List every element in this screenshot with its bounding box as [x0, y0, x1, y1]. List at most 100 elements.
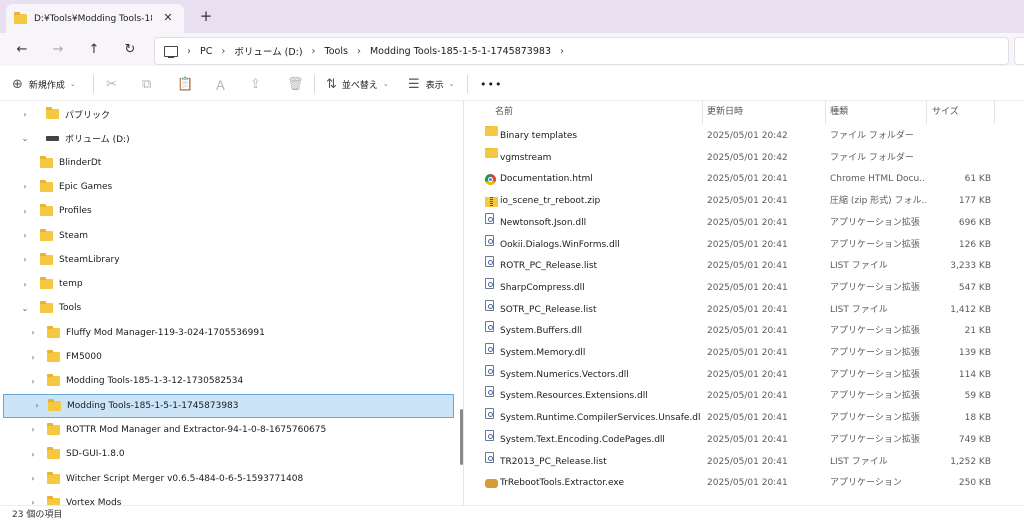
tree-item[interactable]: › Witcher Script Merger v0.6.5-484-0-6-5-… [0, 467, 455, 491]
tree-item[interactable]: BlinderDt [0, 151, 455, 175]
sort-button[interactable]: ⇅ 並べ替え ⌄ [326, 68, 389, 100]
chevron-right-icon[interactable]: › [20, 110, 30, 119]
breadcrumb-separator[interactable]: › [221, 46, 225, 57]
chevron-right-icon[interactable]: › [20, 182, 30, 191]
tree-item[interactable]: › FM5000 [0, 345, 455, 369]
new-label: 新規作成 [28, 80, 65, 91]
file-row[interactable]: Binary templates 2025/05/01 20:42 ファイル フォル… [464, 126, 1024, 148]
forward-button[interactable]: → [48, 40, 68, 60]
column-divider[interactable] [926, 101, 927, 124]
more-options-button[interactable]: ••• [480, 68, 502, 100]
refresh-button[interactable]: ↻ [120, 40, 140, 60]
chevron-right-icon[interactable]: › [28, 450, 38, 459]
file-row[interactable]: SharpCompress.dll 2025/05/01 20:41 アプリケーショ… [464, 277, 1024, 300]
column-header-size[interactable]: サイズ [932, 101, 959, 124]
chevron-right-icon[interactable]: › [20, 207, 30, 216]
tree-item[interactable]: › Fluffy Mod Manager-119-3-024-1705536991 [0, 321, 455, 345]
column-header-name[interactable]: 名前 [495, 101, 513, 124]
breadcrumb-separator[interactable]: › [357, 46, 361, 57]
chevron-right-icon[interactable]: › [28, 377, 38, 386]
breadcrumb-tools[interactable]: Tools [325, 46, 348, 57]
file-row[interactable]: System.Runtime.CompilerServices.Unsafe.d… [464, 408, 1024, 430]
file-row[interactable]: System.Text.Encoding.CodePages.dll 2025/0… [464, 429, 1024, 452]
chevron-right-icon[interactable]: › [28, 498, 38, 505]
column-divider[interactable] [825, 101, 826, 124]
chevron-right-icon[interactable]: › [20, 231, 30, 240]
file-row[interactable]: TR2013_PC_Release.list 2025/05/01 20:41 LI… [464, 451, 1024, 474]
up-button[interactable]: ↑ [84, 40, 104, 60]
new-tab-button[interactable]: + [197, 7, 215, 25]
address-bar[interactable]: › PC › ボリューム (D:) › Tools › Modding Tool… [154, 37, 1009, 65]
file-row[interactable]: System.Memory.dll 2025/05/01 20:41 アプリケーショ… [464, 343, 1024, 365]
file-icon [485, 212, 494, 224]
tree-item[interactable]: › Vortex Mods [0, 491, 455, 505]
file-type: アプリケーション拡張 [830, 326, 920, 337]
tree-item[interactable]: › temp [0, 272, 455, 296]
file-row[interactable]: Documentation.html 2025/05/01 20:41 Chrome… [464, 169, 1024, 191]
file-type: ファイル フォルダー [830, 131, 914, 141]
file-row[interactable]: System.Buffers.dll 2025/05/01 20:41 アプリケーシ… [464, 321, 1024, 343]
column-header-type[interactable]: 種類 [830, 101, 848, 124]
breadcrumb-separator[interactable]: › [312, 46, 316, 57]
tree-item[interactable]: › パブリック [0, 102, 455, 126]
column-divider[interactable] [702, 101, 703, 124]
cut-button[interactable]: ✂ [106, 68, 117, 100]
tree-item[interactable]: › SD-GUI-1.8.0 [0, 442, 455, 466]
file-row[interactable]: SOTR_PC_Release.list 2025/05/01 20:41 LIST… [464, 299, 1024, 322]
file-row[interactable]: Ookii.Dialogs.WinForms.dll 2025/05/01 20:… [464, 234, 1024, 257]
file-list: 名前 ^ 更新日時 種類 サイズ Binary templates 2025/05… [464, 101, 1024, 505]
close-tab-icon[interactable]: ✕ [161, 11, 175, 25]
tree-item[interactable]: › Modding Tools-185-1-3-12-1730582534 [0, 369, 455, 393]
column-header-date[interactable]: 更新日時 [707, 101, 743, 124]
view-button[interactable]: ☰ 表示 ⌄ [408, 68, 455, 100]
paste-button[interactable]: 📋 [177, 68, 193, 100]
breadcrumb-separator[interactable]: › [560, 46, 564, 57]
file-row[interactable]: io_scene_tr_reboot.zip 2025/05/01 20:41 圧縮… [464, 191, 1024, 213]
tree-item[interactable]: › Profiles [0, 199, 455, 223]
status-bar: 23 個の項目 [0, 505, 1024, 522]
copy-button[interactable]: ⧉ [142, 68, 151, 100]
chevron-right-icon[interactable]: › [28, 474, 38, 483]
tree-item[interactable]: › Steam [0, 224, 455, 248]
window-tab[interactable]: D:¥Tools¥Modding Tools-185-1-5-1-1745873… [6, 4, 184, 33]
chevron-right-icon[interactable]: › [20, 280, 30, 289]
file-name: System.Numerics.Vectors.dll [500, 369, 629, 380]
breadcrumb-current-folder[interactable]: Modding Tools-185-1-5-1-1745873983 [370, 46, 551, 57]
share-button[interactable]: ⇪ [250, 68, 261, 100]
back-button[interactable]: ← [12, 40, 32, 60]
file-type: アプリケーション拡張 [830, 282, 920, 293]
tree-item[interactable]: ⌄ Tools [0, 296, 455, 320]
file-name: TrRebootTools.Extractor.exe [500, 478, 624, 489]
folder-icon [40, 301, 53, 314]
tree-item[interactable]: › ROTTR Mod Manager and Extractor-94-1-0-… [0, 418, 455, 442]
chevron-down-icon[interactable]: ⌄ [20, 134, 30, 143]
chevron-right-icon[interactable]: › [28, 425, 38, 434]
chevron-right-icon[interactable]: › [28, 353, 38, 362]
chevron-down-icon[interactable]: ⌄ [20, 304, 30, 313]
chevron-right-icon[interactable]: › [32, 401, 42, 410]
tree-item[interactable]: › SteamLibrary [0, 248, 455, 272]
file-type: 圧縮 (zip 形式) フォル... [830, 196, 926, 207]
rename-button[interactable]: Ａ [214, 68, 227, 100]
tree-item[interactable]: › Epic Games [0, 175, 455, 199]
breadcrumb-separator[interactable]: › [187, 46, 191, 57]
file-row[interactable]: System.Numerics.Vectors.dll 2025/05/01 20… [464, 364, 1024, 387]
new-button[interactable]: ⊕ 新規作成 ⌄ [12, 68, 76, 100]
chevron-right-icon[interactable]: › [20, 255, 30, 264]
file-row[interactable]: vgmstream 2025/05/01 20:42 ファイル フォルダー [464, 147, 1024, 170]
file-name: vgmstream [500, 152, 552, 163]
file-row[interactable]: System.Resources.Extensions.dll 2025/05/0… [464, 386, 1024, 408]
file-row[interactable]: ROTR_PC_Release.list 2025/05/01 20:41 LIST… [464, 256, 1024, 278]
tree-item-label: Tools [59, 303, 82, 314]
search-box[interactable] [1014, 37, 1024, 65]
delete-button[interactable]: 🗑 [287, 68, 304, 100]
chevron-right-icon[interactable]: › [28, 328, 38, 337]
tree-item[interactable]: ⌄ ボリューム (D:) [0, 126, 455, 150]
tree-item[interactable]: › Modding Tools-185-1-5-1-1745873983 [3, 393, 454, 418]
column-divider[interactable] [994, 101, 995, 124]
breadcrumb-drive[interactable]: ボリューム (D:) [234, 44, 302, 58]
file-row[interactable]: Newtonsoft.Json.dll 2025/05/01 20:41 アプリケー… [464, 212, 1024, 235]
breadcrumb-pc[interactable]: PC [200, 46, 212, 57]
file-type: LIST ファイル [830, 456, 888, 467]
file-row[interactable]: TrRebootTools.Extractor.exe 2025/05/01 20… [464, 473, 1024, 495]
